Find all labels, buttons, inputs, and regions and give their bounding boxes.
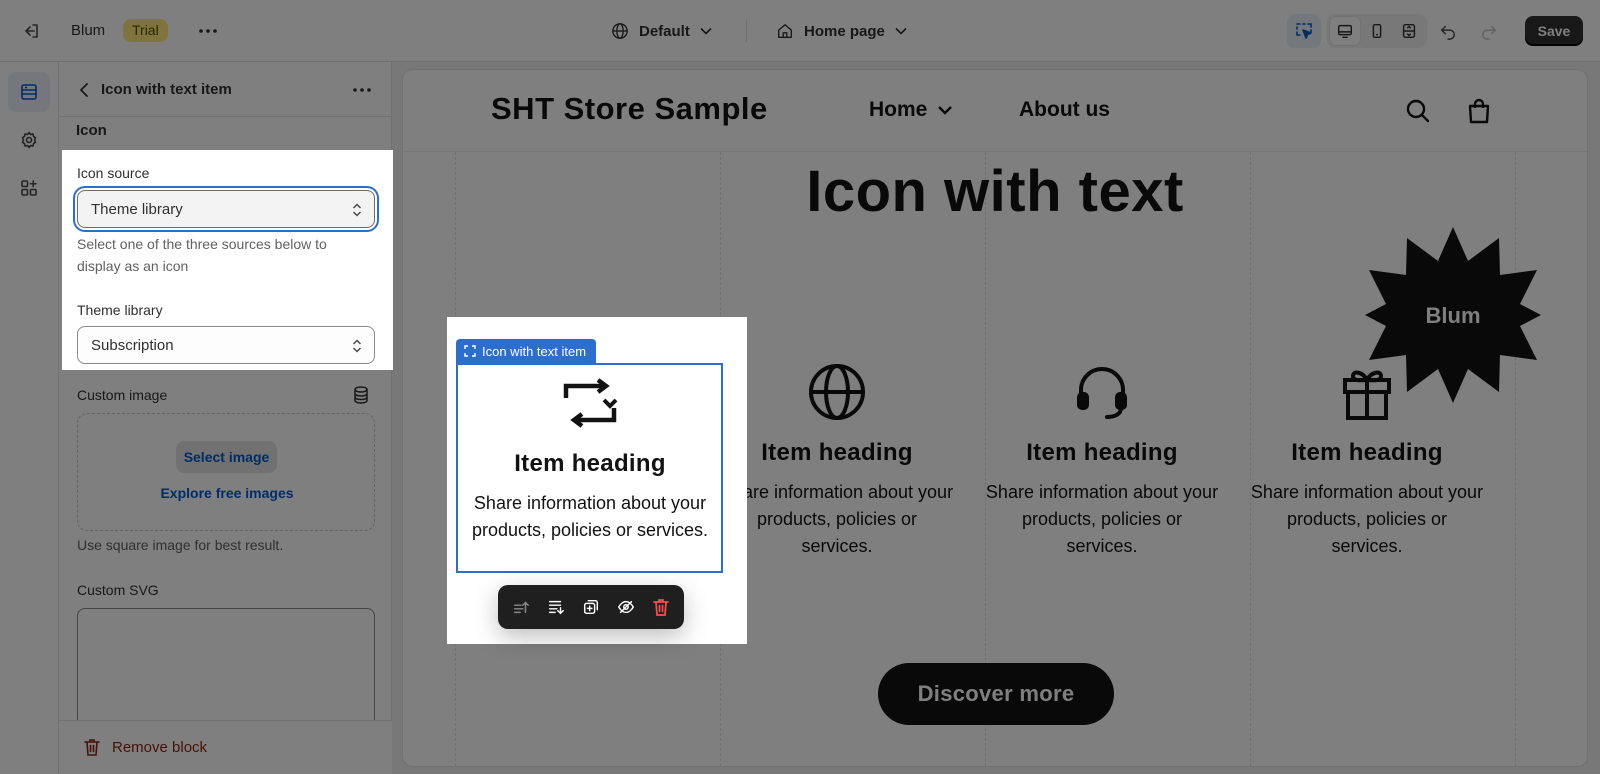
store-logo-text[interactable]: SHT Store Sample: [491, 91, 768, 127]
page-name: Home page: [804, 22, 885, 40]
item-text: Share information about your products, p…: [1250, 482, 1484, 556]
desktop-view-icon[interactable]: [1330, 17, 1360, 45]
item-heading: Item heading: [761, 439, 913, 466]
redo-icon[interactable]: [1475, 18, 1503, 44]
theme-library-select[interactable]: Subscription: [77, 326, 375, 364]
nav-label: Home: [869, 98, 928, 121]
theme-selector[interactable]: Default: [611, 19, 712, 43]
icon-source-help: Select one of the three sources below to…: [77, 236, 327, 274]
section-heading: Icon with text: [806, 159, 1184, 224]
chevron-down-icon: [937, 105, 953, 115]
blum-badge: Blum: [1363, 225, 1543, 405]
select-arrows-icon: [352, 338, 362, 354]
more-actions-icon[interactable]: [349, 78, 375, 102]
save-button[interactable]: Save: [1525, 16, 1583, 46]
viewport-switcher: [1327, 14, 1427, 48]
panel-header: Icon with text item: [59, 62, 392, 117]
expand-frame-icon: [464, 345, 476, 357]
panel-footer: Remove block: [59, 720, 392, 774]
badge-text: Blum: [1426, 303, 1481, 328]
move-up-icon[interactable]: [507, 593, 535, 621]
custom-svg-textarea[interactable]: [77, 608, 375, 726]
home-icon: [776, 22, 794, 40]
remove-block-button[interactable]: Remove block: [112, 739, 207, 756]
item-text: Share information about your products, p…: [985, 482, 1219, 556]
select-cursor-icon: [1294, 21, 1314, 41]
nav-item-home[interactable]: Home: [869, 98, 953, 122]
discover-more-button[interactable]: Discover more: [878, 663, 1114, 725]
icon-source-select[interactable]: Theme library: [77, 190, 375, 228]
selection-tag-label: Icon with text item: [482, 343, 587, 359]
explore-free-images-link[interactable]: Explore free images: [78, 485, 376, 501]
back-icon[interactable]: [72, 78, 96, 102]
spotlight-selected-block: Item heading Share information about you…: [447, 317, 747, 644]
select-value: Theme library: [91, 200, 183, 218]
undo-icon[interactable]: [1434, 18, 1462, 44]
image-hint: Use square image for best result.: [77, 537, 284, 553]
top-bar: Blum Trial Default Home page Save: [0, 0, 1600, 62]
item-heading: Item heading: [1026, 439, 1178, 466]
trash-icon[interactable]: [82, 737, 102, 757]
exit-icon[interactable]: [18, 19, 44, 43]
item-heading: Item heading: [1291, 439, 1443, 466]
trial-badge: Trial: [123, 19, 168, 42]
panel-title: Icon with text item: [101, 81, 232, 98]
group-heading: Icon: [76, 122, 107, 139]
theme-name: Default: [639, 22, 690, 40]
custom-image-label: Custom image: [77, 387, 168, 403]
image-dropzone[interactable]: Select image Explore free images: [77, 413, 375, 531]
item-text: Share information about your products, p…: [720, 482, 954, 556]
selection-tag: Icon with text item: [456, 339, 597, 363]
page-selector[interactable]: Home page: [776, 19, 907, 43]
headset-icon: [1070, 360, 1134, 424]
custom-svg-label: Custom SVG: [77, 582, 159, 598]
duplicate-icon[interactable]: [577, 593, 605, 621]
icon-with-text-item[interactable]: Item heading Share information about you…: [720, 360, 954, 560]
full-width-view-icon[interactable]: [1394, 17, 1424, 45]
toolbar-divider: [746, 20, 747, 42]
delete-icon[interactable]: [647, 593, 675, 621]
chevron-down-icon: [700, 27, 712, 35]
app-name: Blum: [71, 22, 106, 39]
search-icon[interactable]: [1403, 96, 1433, 126]
globe-icon: [805, 360, 869, 424]
mobile-view-icon[interactable]: [1362, 17, 1392, 45]
more-actions-icon[interactable]: [196, 20, 220, 42]
block-toolbar: [498, 585, 684, 629]
apps-icon[interactable]: [8, 168, 50, 208]
icon-source-label: Icon source: [77, 165, 150, 181]
database-icon[interactable]: [352, 386, 370, 404]
inspector-button[interactable]: [1287, 14, 1321, 48]
select-value: Subscription: [91, 336, 174, 354]
selection-outline: [456, 363, 723, 573]
move-down-icon[interactable]: [542, 593, 570, 621]
select-arrows-icon: [352, 202, 362, 218]
store-header: SHT Store Sample Home About us: [403, 70, 1587, 152]
globe-icon: [611, 22, 629, 40]
chevron-down-icon: [895, 27, 907, 35]
cart-icon[interactable]: [1464, 96, 1494, 126]
icon-with-text-item[interactable]: Item heading Share information about you…: [985, 360, 1219, 560]
nav-item-about[interactable]: About us: [1019, 98, 1110, 122]
gear-icon[interactable]: [8, 120, 50, 160]
hide-icon[interactable]: [612, 593, 640, 621]
sections-icon[interactable]: [8, 72, 50, 112]
left-rail: [0, 62, 59, 774]
theme-library-label: Theme library: [77, 302, 163, 318]
select-image-button[interactable]: Select image: [176, 441, 277, 473]
